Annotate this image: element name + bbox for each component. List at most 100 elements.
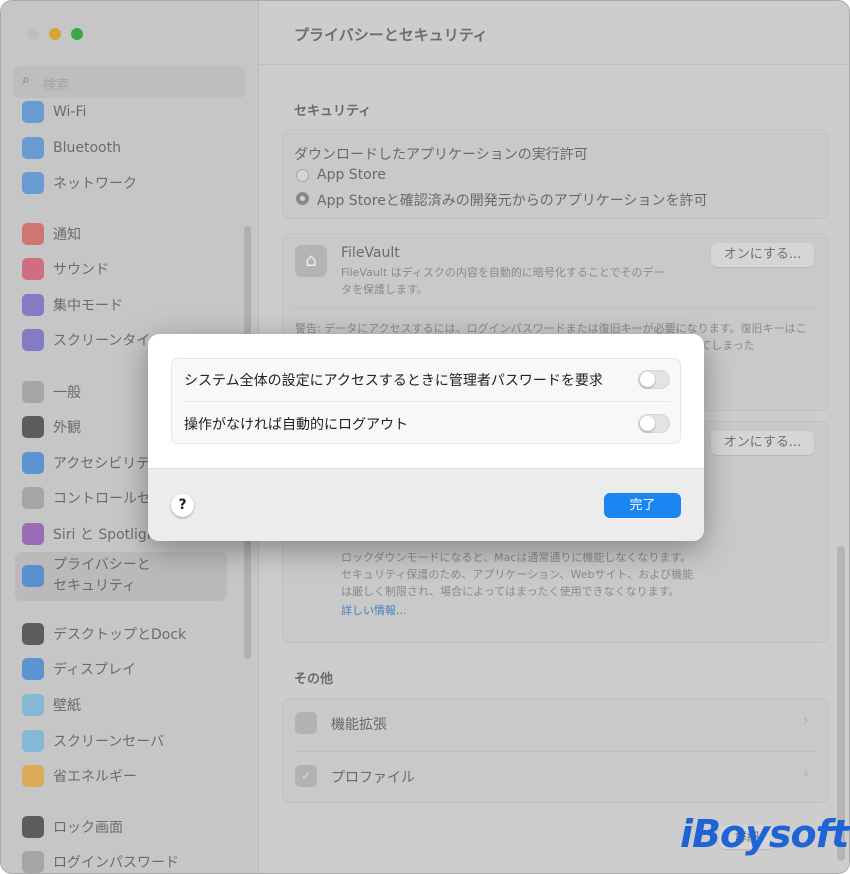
search-placeholder: 検索 [43,78,70,93]
lockdown-turn-on-button[interactable]: オンにする... [711,431,814,455]
siri-icon [22,523,44,545]
sidebar-item-label: ロック画面 [53,820,123,836]
sidebar-item[interactable]: 壁紙 [22,693,81,717]
lock-icon [22,851,44,873]
zoom-window-button[interactable] [71,28,83,40]
bulb-icon [22,765,44,787]
extension-icon [295,712,317,734]
sidebar-item-label: スクリーンセーバ [53,734,165,750]
radio-identified-developers[interactable] [296,192,309,205]
search-icon: ⌕ [22,72,30,88]
radio-app-store[interactable] [296,169,309,182]
download-permission-label: ダウンロードしたアプリケーションの実行許可 [294,147,588,163]
auto-logout-label: 操作がなければ自動的にログアウト [184,417,408,433]
divider [293,308,819,309]
sidebar-item[interactable]: アクセシビリティ [22,451,163,475]
security-heading: セキュリティ [294,104,372,119]
sidebar-item[interactable]: スクリーンタイム [22,328,164,352]
auto-logout-toggle[interactable] [638,414,670,433]
sidebar-item[interactable]: 一般 [22,380,81,404]
radio-app-store-label[interactable]: App Store [317,167,386,183]
profile-icon: ✓ [295,765,317,787]
sidebar-item[interactable]: デスクトップとDock [22,622,186,646]
sidebar-item[interactable]: ネットワーク [22,171,137,195]
lockdown-learn-more-link[interactable]: 詳しい情報... [341,602,407,619]
filevault-description: FileVault はディスクの内容を自動的に暗号化することでそのデータを保護し… [341,266,665,296]
speaker-icon [22,258,44,280]
help-button[interactable]: ? [171,494,194,517]
sidebar-item[interactable]: Siri と Spotlight [22,522,161,546]
iboysoft-watermark-logo: iBoysoft [680,812,849,856]
sidebar-item[interactable]: 通知 [22,222,81,246]
download-permission-group: ダウンロードしたアプリケーションの実行許可 App Store App Stor… [282,129,829,219]
sidebar-item-label: Siri と Spotlight [53,527,162,543]
moon-icon [22,294,44,316]
sidebar-item[interactable]: ロック画面 [22,815,123,839]
sidebar-item[interactable]: プライバシーと セキュリティ [22,557,151,594]
sidebar-item-label: 外観 [53,420,81,436]
require-admin-password-toggle[interactable] [638,370,670,389]
hand-icon [22,565,44,587]
bell-icon [22,223,44,245]
sidebar-item-label: 一般 [53,385,81,401]
filevault-house-icon: ⌂ [295,245,327,277]
wifi-icon [22,101,44,123]
control-center-icon [22,487,44,509]
sidebar-item-label: サウンド [53,262,109,278]
sidebar-item[interactable]: ディスプレイ [22,657,136,681]
radio-identified-developers-label[interactable]: App Storeと確認済みの開発元からのアプリケーションを許可 [317,190,708,210]
sidebar-item-label: ログインパスワード [53,855,179,871]
sidebar-item-label: Bluetooth [53,140,121,156]
sidebar-item-label: 集中モード [53,298,123,314]
sidebar-item-label: 通知 [53,227,81,243]
sidebar-item-label: 壁紙 [53,698,81,714]
sidebar-item[interactable]: Bluetooth [22,136,121,160]
dialog-footer: ? 完了 [148,468,704,541]
sidebar-item[interactable]: サウンド [22,257,109,281]
sidebar-item-label: ディスプレイ [53,662,137,678]
sidebar-item[interactable]: スクリーンセーバ [22,729,164,753]
sidebar-item-label: デスクトップとDock [53,627,187,643]
sidebar-item-label: ネットワーク [53,176,137,192]
divider [184,401,670,402]
sidebar-item-label: 省エネルギー [53,769,137,785]
done-button[interactable]: 完了 [604,493,681,518]
filevault-turn-on-button[interactable]: オンにする... [711,243,814,267]
lock-screen-icon [22,816,44,838]
filevault-title: FileVault [341,245,400,261]
search-input[interactable]: ⌕ 検索 [13,66,246,98]
lockdown-description: ロックダウンモードになると、Macは通常通りに機能しなくなります。セキュリティ保… [341,551,694,598]
sidebar-item-label: Wi-Fi [53,104,87,120]
sidebar-item-label: アクセシビリティ [53,456,164,472]
divider [293,751,819,752]
other-item-profiles[interactable]: プロファイル [331,767,415,787]
security-options-dialog: システム全体の設定にアクセスするときに管理者パスワードを要求 操作がなければ自動… [148,334,704,541]
dock-icon [22,623,44,645]
globe-icon [22,172,44,194]
other-item-extensions[interactable]: 機能拡張 [331,714,387,734]
chevron-right-icon[interactable]: › [803,713,809,729]
minimize-window-button[interactable] [49,28,61,40]
sidebar-item[interactable]: ログインパスワード [22,850,179,873]
accessibility-icon [22,452,44,474]
sidebar-item[interactable]: 外観 [22,415,81,439]
other-group: 機能拡張 › ✓ プロファイル › [282,698,829,803]
divider [259,64,849,65]
appearance-icon [22,416,44,438]
bluetooth-icon [22,137,44,159]
page-title: プライバシーとセキュリティ [294,26,488,44]
sidebar-item[interactable]: 集中モード [22,293,123,317]
dialog-options-group: システム全体の設定にアクセスするときに管理者パスワードを要求 操作がなければ自動… [171,358,681,444]
screensaver-icon [22,730,44,752]
chevron-right-icon[interactable]: › [803,766,809,782]
other-heading: その他 [294,672,334,687]
sidebar-item[interactable]: 省エネルギー [22,764,137,788]
hourglass-icon [22,329,44,351]
require-admin-password-label: システム全体の設定にアクセスするときに管理者パスワードを要求 [184,373,603,389]
sun-icon [22,658,44,680]
sidebar-item-label: プライバシーと セキュリティ [53,557,151,594]
wallpaper-icon [22,694,44,716]
sidebar-item[interactable]: Wi-Fi [22,100,86,124]
gear-icon [22,381,44,403]
close-window-button[interactable] [27,28,39,40]
